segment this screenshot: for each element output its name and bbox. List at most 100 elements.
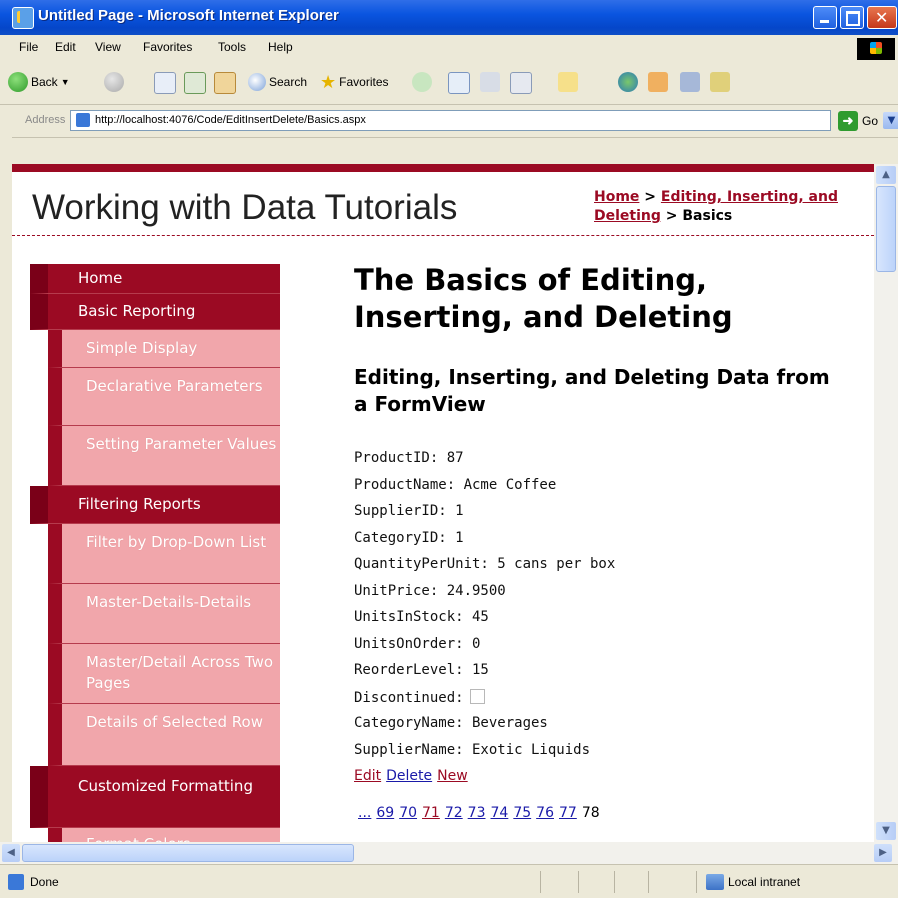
stop-icon[interactable] <box>154 72 176 94</box>
menu-item-simple-display[interactable]: Simple Display <box>48 330 280 368</box>
status-divider <box>540 871 541 893</box>
field-supplier-name: SupplierName: Exotic Liquids <box>354 741 591 758</box>
discontinued-checkbox[interactable] <box>469 688 485 704</box>
menu-item-filtering-reports[interactable]: Filtering Reports <box>30 486 280 524</box>
toolbar: Back ▼ Search ★ Favorites <box>0 60 898 105</box>
close-button[interactable] <box>867 6 897 29</box>
field-category-id: CategoryID: 1 <box>354 529 464 546</box>
header-divider <box>12 235 874 236</box>
breadcrumb: Home > Editing, Inserting, and Deleting … <box>594 188 854 226</box>
menu-tools[interactable]: Tools <box>218 40 246 54</box>
field-product-name: ProductName: Acme Coffee <box>354 476 557 493</box>
delete-link[interactable]: Delete <box>386 768 432 784</box>
address-label: Address <box>25 114 66 126</box>
breadcrumb-separator: > <box>639 189 661 205</box>
status-divider <box>648 871 649 893</box>
menu-view[interactable]: View <box>95 40 121 54</box>
pager-link[interactable]: 73 <box>468 805 486 821</box>
menu-item-filter-by-dropdown[interactable]: Filter by Drop-Down List <box>48 524 280 584</box>
menu-item-setting-parameter-values[interactable]: Setting Parameter Values <box>48 426 280 486</box>
windows-logo-icon <box>857 38 895 60</box>
menu-item-master-details-details[interactable]: Master-Details-Details <box>48 584 280 644</box>
search-button[interactable]: Search <box>248 70 307 94</box>
back-button[interactable]: Back ▼ <box>8 70 70 94</box>
go-button[interactable]: ➜ Go <box>838 111 878 131</box>
scroll-up-icon[interactable]: ▲ <box>876 166 896 184</box>
formview-fields: ProductID: 87 ProductName: Acme Coffee S… <box>354 450 615 768</box>
field-reorder-level: ReorderLevel: 15 <box>354 662 489 678</box>
research-icon[interactable] <box>648 72 668 92</box>
new-link[interactable]: New <box>437 768 468 784</box>
field-units-in-stock: UnitsInStock: 45 <box>354 609 489 625</box>
minimize-button[interactable] <box>813 6 837 29</box>
pager-link[interactable]: 76 <box>536 805 554 821</box>
horizontal-scrollbar[interactable]: ◀ ▶ <box>0 842 898 864</box>
go-label: Go <box>862 114 879 128</box>
edit-page-icon[interactable] <box>510 72 532 94</box>
ie-page-icon <box>12 7 34 29</box>
search-icon <box>248 73 266 91</box>
breadcrumb-home-link[interactable]: Home <box>594 189 639 205</box>
forward-button[interactable] <box>104 70 124 94</box>
menu-file[interactable]: File <box>19 40 38 54</box>
horizontal-scroll-thumb[interactable] <box>22 844 354 862</box>
grid-icon[interactable] <box>710 72 730 92</box>
pager-link[interactable]: 72 <box>445 805 463 821</box>
star-icon: ★ <box>320 71 337 92</box>
pager-link[interactable]: 77 <box>559 805 577 821</box>
menu-item-master-detail-across[interactable]: Master/Detail Across Two Pages <box>48 644 280 704</box>
pager-link[interactable]: 74 <box>491 805 509 821</box>
mail-icon[interactable] <box>448 72 470 94</box>
title-bar[interactable]: Untitled Page - Microsoft Internet Explo… <box>0 0 898 35</box>
field-category-name: CategoryName: Beverages <box>354 715 548 731</box>
menu-item-details-selected-row[interactable]: Details of Selected Row <box>48 704 280 766</box>
go-arrow-icon: ➜ <box>838 111 858 131</box>
refresh-icon[interactable] <box>184 72 206 94</box>
media-icon[interactable] <box>412 72 432 92</box>
menu-help[interactable]: Help <box>268 40 293 54</box>
security-zone-text: Local intranet <box>728 875 801 889</box>
pager-link[interactable]: 70 <box>399 805 417 821</box>
pager-ellipsis-link[interactable]: ... <box>358 805 371 821</box>
field-product-id: ProductID: 87 <box>354 450 464 466</box>
discontinued-label: Discontinued: <box>354 689 464 706</box>
messenger-icon[interactable] <box>618 72 638 92</box>
field-units-on-order: UnitsOnOrder: 0 <box>354 635 481 652</box>
menu-item-declarative-parameters[interactable]: Declarative Parameters <box>48 368 280 426</box>
page-viewport: Working with Data Tutorials Home > Editi… <box>12 164 874 842</box>
scroll-down-icon[interactable]: ▼ <box>876 822 896 840</box>
scroll-right-icon[interactable]: ▶ <box>874 844 892 862</box>
edit-link[interactable]: Edit <box>354 768 381 784</box>
address-input[interactable]: http://localhost:4076/Code/EditInsertDel… <box>70 110 898 131</box>
field-unit-price: UnitPrice: 24.9500 <box>354 582 506 599</box>
status-text: Done <box>30 875 59 889</box>
discuss-icon[interactable] <box>558 72 578 92</box>
window-frame <box>0 137 12 865</box>
status-divider <box>614 871 615 893</box>
pager-link[interactable]: 69 <box>376 805 394 821</box>
breadcrumb-separator: > <box>660 208 683 224</box>
menu-edit[interactable]: Edit <box>55 40 76 54</box>
vertical-scroll-thumb[interactable] <box>876 186 896 272</box>
address-url: http://localhost:4076/Code/EditInsertDel… <box>95 114 366 126</box>
address-dropdown-icon[interactable]: ▼ <box>883 112 898 129</box>
page-heading: The Basics of Editing, Inserting, and De… <box>354 263 733 334</box>
maximize-button[interactable] <box>840 6 864 29</box>
pager: ... 69 70 71 72 73 74 75 76 77 78 <box>358 805 600 821</box>
tools-icon[interactable] <box>680 72 700 92</box>
pager-link[interactable]: 75 <box>513 805 531 821</box>
favorites-button[interactable]: ★ Favorites <box>320 70 389 94</box>
window-title: Untitled Page - Microsoft Internet Explo… <box>38 7 339 24</box>
breadcrumb-current: Basics <box>682 208 733 224</box>
menu-item-format-colors[interactable]: Format Colors <box>48 828 280 842</box>
menu-favorites[interactable]: Favorites <box>143 40 192 54</box>
page-done-icon <box>8 874 24 890</box>
vertical-scrollbar[interactable]: ▲ ▼ <box>874 164 898 842</box>
menu-item-customized-formatting[interactable]: Customized Formatting <box>30 766 280 828</box>
pager-link[interactable]: 71 <box>422 805 440 821</box>
menu-item-home[interactable]: Home <box>30 264 280 294</box>
scroll-left-icon[interactable]: ◀ <box>2 844 20 862</box>
menu-item-basic-reporting[interactable]: Basic Reporting <box>30 294 280 330</box>
home-icon[interactable] <box>214 72 236 94</box>
print-icon[interactable] <box>480 72 500 92</box>
